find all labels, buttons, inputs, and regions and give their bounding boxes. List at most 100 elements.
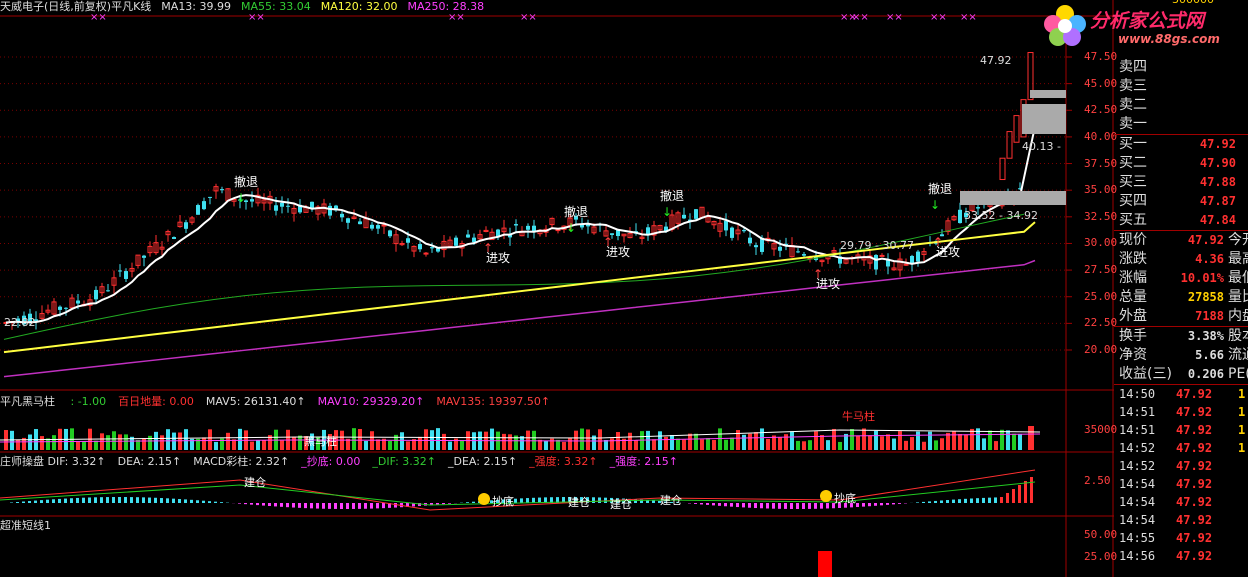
macd-bar (712, 503, 715, 506)
macd-bar (154, 497, 157, 503)
sell-zone-block (1022, 104, 1066, 134)
order-book-row: 买四 47.87 (1114, 192, 1248, 211)
volume-bar (658, 431, 662, 450)
macd-bar (874, 503, 877, 506)
quote-stat-label: 外盘 (1119, 308, 1147, 324)
order-book-row: 买五 47.84 (1114, 211, 1248, 230)
volume-bar (256, 440, 260, 450)
candle-body (220, 189, 224, 191)
volume-bar (508, 434, 512, 450)
macd-bar (994, 497, 997, 503)
volume-bar (784, 434, 788, 450)
join-signal-label: 建仓 (244, 475, 266, 489)
quote-stat-row: 现价 47.92 今开 (1114, 231, 1248, 250)
volume-bar (502, 433, 506, 450)
volume-bar (952, 431, 956, 450)
volume-bar (1000, 429, 1004, 450)
join-signal-label: 建仓 (610, 497, 632, 511)
retreat-signal-label: 撤退 (660, 188, 684, 203)
volume-bar (868, 435, 872, 450)
macd-bar (286, 503, 289, 508)
order-book-value: 47.88 (1199, 175, 1236, 189)
kline-chart[interactable]: 47.92 22.82 40.13 - 33.52 - 34.92 29.79 - 30… (0, 0, 1114, 577)
tick-row: 14:56 47.92 (1114, 547, 1248, 565)
short-signal-bar (818, 551, 832, 577)
macd-stat-5: _DEA: 2.15↑ (447, 455, 518, 468)
volume-bar (406, 441, 410, 450)
volume-bar (634, 440, 638, 450)
price-tick-label: 30.00 (1084, 236, 1118, 250)
tick-time: 14:52 (1119, 441, 1156, 455)
candle-body (903, 263, 909, 266)
macd-bar (364, 503, 367, 509)
volume-bar (700, 439, 704, 450)
candle-body (142, 255, 146, 258)
tick-time: 14:51 (1119, 423, 1156, 437)
quote-stat-label2: PE(动 (1228, 366, 1248, 382)
volume-bar (958, 433, 962, 450)
macd-stat-7: _强度: 2.15↑ (609, 455, 678, 468)
tick-price: 47.92 (1176, 513, 1213, 527)
tick-price: 47.92 (1176, 423, 1213, 437)
macd-bar (772, 503, 775, 509)
volume-bar (682, 439, 686, 450)
macd-bar (1024, 481, 1027, 503)
macd-bar (82, 497, 85, 503)
smiley-icon (820, 490, 832, 502)
candle-body (328, 205, 332, 216)
join-signal-label: 建仓 (660, 493, 682, 507)
macd-bar (130, 497, 133, 503)
candle-body (406, 238, 410, 243)
candle-body (742, 230, 746, 232)
macd-bar (112, 497, 115, 503)
volume-bar (604, 439, 608, 450)
macd-bar (184, 499, 187, 503)
tick-price: 47.92 (1176, 495, 1213, 509)
quote-stat-row: 净资 5.66 流通 (1114, 346, 1248, 365)
volume-bar (760, 428, 764, 450)
volume-bar (40, 436, 44, 450)
candle-body (58, 306, 62, 310)
macd-bar (34, 500, 37, 503)
signal-x-icon: ×× (520, 12, 537, 23)
macd-bar (892, 503, 895, 505)
logo-title: 分析家公式网 (1090, 10, 1205, 32)
candle-body (388, 230, 392, 237)
macd-bar (310, 503, 313, 509)
tick-price: 47.92 (1176, 387, 1213, 401)
macd-bar (208, 501, 211, 503)
macd-bar (322, 503, 325, 509)
candle-body (748, 237, 752, 244)
quote-stat-value: 5.66 (1195, 348, 1224, 362)
signal-x-icon: ×× (886, 12, 903, 23)
price-tick-label: 20.00 (1084, 343, 1118, 356)
high-price-label: 47.92 (980, 54, 1012, 67)
short-axis-label-50: 50.00 (1084, 528, 1118, 541)
macd-bar (340, 503, 343, 509)
volume-bar (226, 432, 230, 450)
site-logo[interactable]: 分析家公式网 www.88gs.com 300000 (1040, 0, 1248, 48)
quote-stat-row: 涨幅 10.01% 最低 (1114, 269, 1248, 288)
volume-bar (418, 436, 422, 450)
volume-bar (652, 439, 656, 450)
signal-x-icon: ×× (448, 12, 465, 23)
macd-bar (826, 503, 829, 509)
volume-bar (580, 428, 584, 450)
volume-bar (142, 438, 146, 450)
macd-bar (526, 498, 529, 503)
candle-body (280, 202, 284, 207)
macd-stat-1: DEA: 2.15↑ (117, 455, 182, 468)
volume-bar (352, 428, 356, 450)
candle-body (124, 271, 128, 279)
macd-bar (58, 498, 61, 503)
macd-bar (88, 497, 91, 503)
quote-stat-label2: 量比 (1228, 289, 1248, 305)
volume-bar (808, 440, 812, 450)
macd-bar (262, 503, 265, 506)
volume-bar (904, 440, 908, 450)
candle-body (778, 246, 782, 251)
volume-bar (790, 431, 794, 450)
macd-bar (886, 503, 889, 505)
macd-axis-label: 2.50 (1084, 474, 1111, 487)
volume-bar (442, 433, 446, 450)
